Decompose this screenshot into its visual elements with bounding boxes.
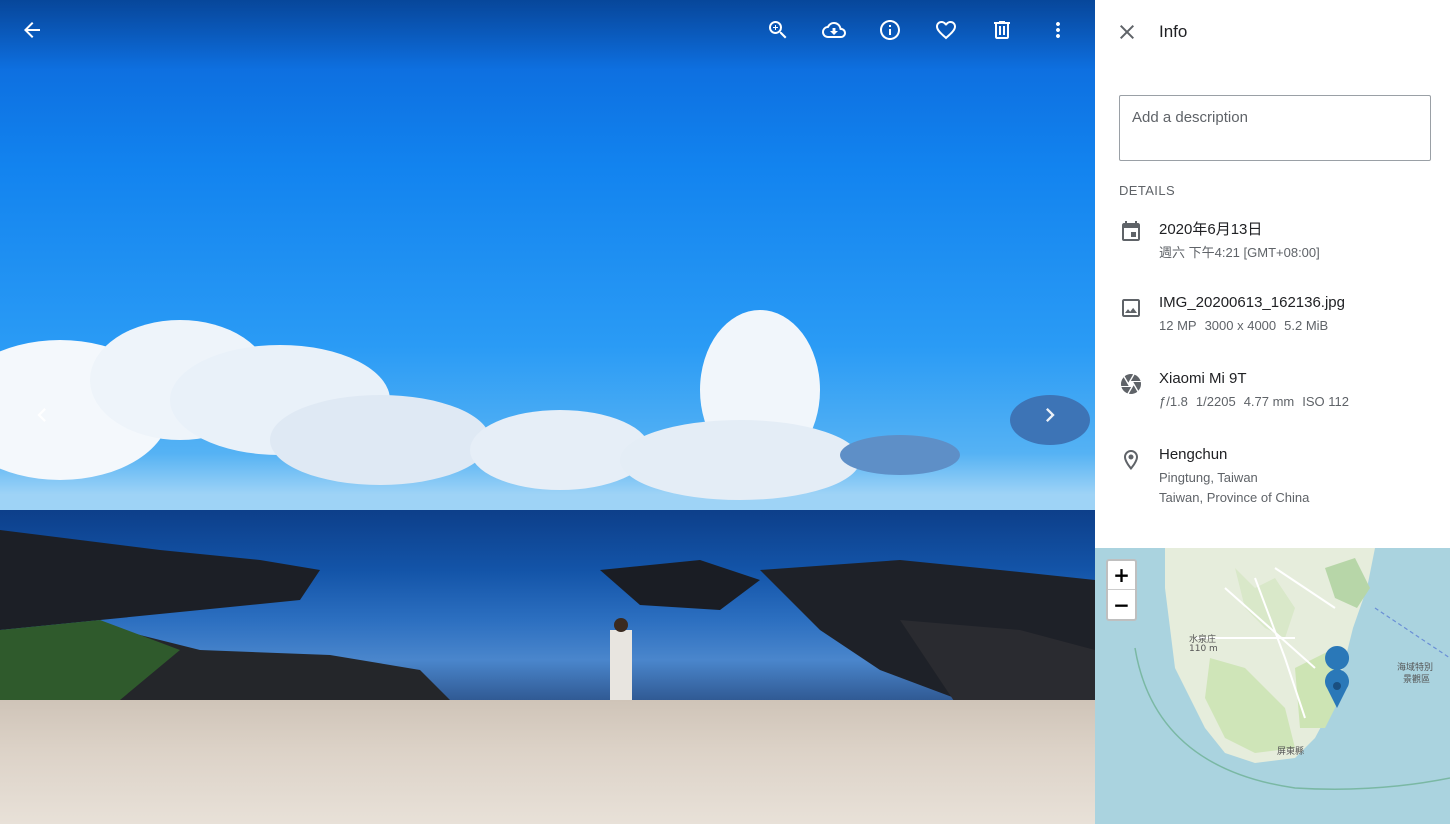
info-panel-title: Info xyxy=(1159,22,1188,41)
zoom-in-button[interactable]: + xyxy=(1108,561,1135,590)
file-name: IMG_20200613_162136.jpg xyxy=(1159,294,1345,311)
close-icon xyxy=(1120,25,1134,39)
cloud-download-icon xyxy=(822,22,846,38)
back-button[interactable] xyxy=(12,10,52,50)
map-label-county: 屏東縣 xyxy=(1277,747,1305,757)
description-input[interactable] xyxy=(1119,95,1431,161)
more-button[interactable] xyxy=(1038,10,1078,50)
photo-beach xyxy=(0,700,1095,824)
image-icon xyxy=(1119,296,1143,320)
zoom-button[interactable] xyxy=(758,10,798,50)
date-text: 2020年6月13日 xyxy=(1159,221,1263,238)
delete-button[interactable] xyxy=(982,10,1022,50)
more-vert-icon xyxy=(1056,22,1060,38)
chevron-right-icon xyxy=(1046,408,1055,422)
location-country: Taiwan, Province of China xyxy=(1159,490,1310,505)
previous-photo-button[interactable] xyxy=(22,395,62,435)
map-label-zone-2: 景觀區 xyxy=(1403,675,1431,685)
calendar-icon xyxy=(1119,220,1143,244)
file-size: 5.2 MiB xyxy=(1284,318,1329,333)
map-land xyxy=(1095,548,1450,790)
heart-icon xyxy=(936,21,956,40)
location-region: Pingtung, Taiwan xyxy=(1159,470,1258,485)
favorite-button[interactable] xyxy=(926,10,966,50)
aperture-icon xyxy=(1119,372,1143,396)
download-button[interactable] xyxy=(814,10,854,50)
megapixels: 12 MP xyxy=(1159,318,1197,333)
details-heading: DETAILS xyxy=(1119,183,1176,198)
info-icon xyxy=(880,20,900,40)
camera-meta: ƒ/1.8 1/2205 4.77 mm ISO 112 xyxy=(1159,394,1357,409)
info-panel: Info DETAILS 2020年6月13日 週六 下午4:21 [GMT+0… xyxy=(1095,0,1450,824)
location-name: Hengchun xyxy=(1159,446,1228,463)
next-photo-button[interactable] xyxy=(1030,395,1070,435)
trash-icon xyxy=(994,21,1010,39)
location-map[interactable]: 水泉庄 110 m 海域特別 景觀區 屏東縣 + − xyxy=(1095,548,1450,824)
photo-viewer xyxy=(0,0,1095,824)
map-zoom-control: + − xyxy=(1106,559,1137,621)
file-meta: 12 MP 3000 x 4000 5.2 MiB xyxy=(1159,318,1336,333)
close-info-button[interactable] xyxy=(1107,12,1147,52)
location-pin-icon xyxy=(1119,448,1143,472)
chevron-left-icon xyxy=(37,408,46,422)
aperture-value: ƒ/1.8 xyxy=(1159,394,1188,409)
zoom-in-icon xyxy=(769,21,787,39)
info-panel-header: Info xyxy=(1095,10,1450,54)
shutter-value: 1/2205 xyxy=(1195,394,1236,409)
photo-clouds xyxy=(0,310,1090,500)
zoom-out-button[interactable]: − xyxy=(1108,590,1135,619)
iso-value: ISO 112 xyxy=(1302,394,1349,409)
camera-model: Xiaomi Mi 9T xyxy=(1159,370,1247,387)
date-time-text: 週六 下午4:21 [GMT+08:00] xyxy=(1159,245,1320,260)
info-button[interactable] xyxy=(870,10,910,50)
map-label-elevation: 110 m xyxy=(1189,644,1218,654)
arrow-left-icon xyxy=(24,22,40,38)
focal-length: 4.77 mm xyxy=(1243,394,1295,409)
dimensions: 3000 x 4000 xyxy=(1204,318,1277,333)
